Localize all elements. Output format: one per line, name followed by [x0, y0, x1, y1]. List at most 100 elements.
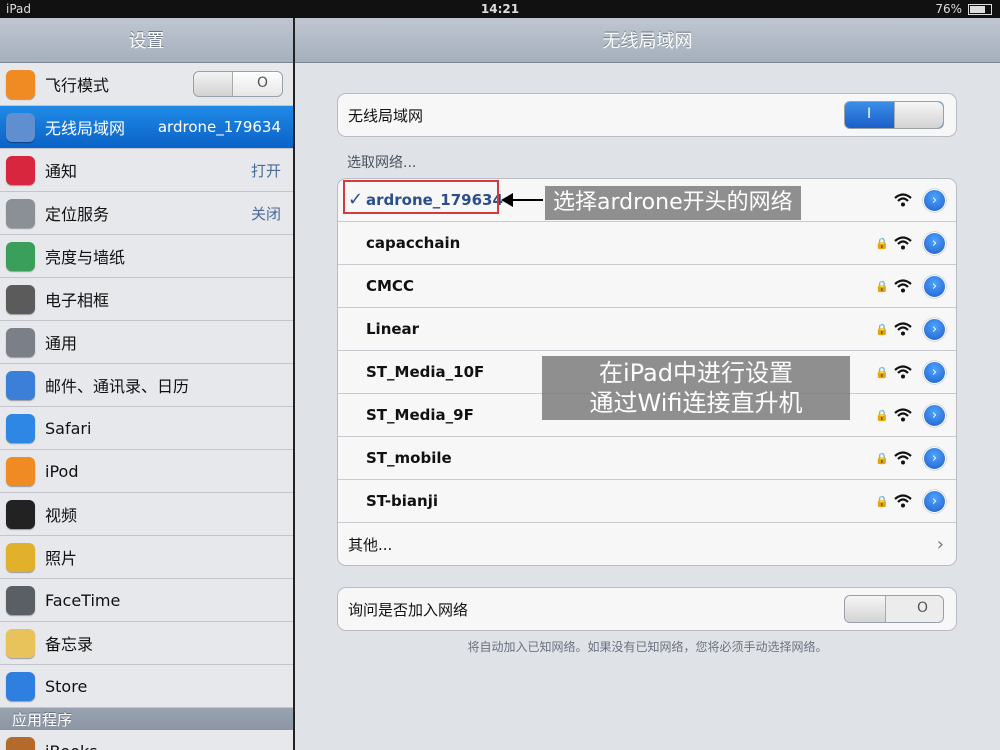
wifi-icon [6, 112, 35, 142]
photos-icon [6, 542, 35, 572]
sidebar-item[interactable]: iBooks [0, 730, 293, 750]
sidebar-item[interactable]: Safari [0, 407, 293, 450]
sidebar-item[interactable]: Store [0, 665, 293, 708]
detail-disclosure-button[interactable]: › [923, 274, 946, 298]
sidebar-item-label: 无线局域网 [45, 119, 126, 138]
lock-icon: 🔒 [875, 323, 889, 336]
sidebar-item-value: 关闭 [250, 204, 281, 223]
gear-icon [6, 327, 35, 357]
network-name: CMCC [366, 277, 414, 295]
ask-join-switch[interactable]: O [844, 595, 944, 623]
detail-title: 无线局域网 [602, 31, 693, 52]
selected-network-highlight-box [343, 180, 499, 214]
wifi-signal-icon [894, 494, 912, 508]
sidebar-item[interactable]: 视频 [0, 493, 293, 536]
sidebar-item-value: ardrone_179634 [157, 118, 281, 136]
sidebar-item[interactable]: 通用 [0, 321, 293, 364]
battery-icon [968, 3, 992, 15]
wifi-signal-icon [894, 279, 912, 293]
network-row[interactable]: Linear 🔒 › [338, 308, 956, 351]
ibooks-icon [6, 736, 35, 750]
picture-frame-icon [6, 284, 35, 314]
sidebar-item[interactable]: 备忘录 [0, 622, 293, 665]
section-header-apps: 应用程序 [0, 708, 293, 730]
sidebar-item[interactable]: FaceTime [0, 579, 293, 622]
sidebar-item[interactable]: 定位服务 关闭 [0, 192, 293, 235]
battery-percent: 76% [935, 2, 962, 16]
clock: 14:21 [480, 2, 520, 16]
detail-navbar: 无线局域网 [295, 18, 1000, 63]
ask-join-group: 询问是否加入网络 O [337, 587, 957, 631]
lock-icon: 🔒 [875, 409, 889, 422]
network-row[interactable]: ST-bianji 🔒 › [338, 480, 956, 523]
detail-disclosure-button[interactable]: › [923, 360, 946, 384]
ask-join-switch-off-label: O [916, 600, 928, 616]
detail-disclosure-button[interactable]: › [923, 231, 946, 255]
status-bar: iPad 14:21 76% [0, 0, 1000, 18]
detail-disclosure-button[interactable]: › [923, 446, 946, 470]
video-icon [6, 499, 35, 529]
mail-icon [6, 370, 35, 400]
sidebar-item-label: 亮度与墙纸 [45, 248, 126, 267]
sidebar-item-label: Store [45, 676, 88, 696]
callout-select-ardrone: 选择ardrone开头的网络 [545, 186, 801, 220]
network-name: capacchain [366, 234, 461, 252]
wifi-signal-icon [894, 236, 912, 250]
wifi-signal-icon [894, 322, 912, 336]
other-network-label: 其他... [348, 535, 393, 554]
sidebar-item[interactable]: 飞行模式 O [0, 63, 293, 106]
sidebar-item-label: iBooks [45, 742, 293, 750]
sidebar-item-label: 照片 [45, 549, 78, 568]
network-row[interactable]: capacchain 🔒 › [338, 222, 956, 265]
sidebar-item[interactable]: 通知 打开 [0, 149, 293, 192]
callout-arrow [501, 193, 543, 207]
sidebar-item-label: iPod [45, 461, 79, 481]
sidebar-item[interactable]: 邮件、通讯录、日历 [0, 364, 293, 407]
lock-icon: 🔒 [875, 452, 889, 465]
airplane-icon [6, 69, 35, 99]
network-name: ST_mobile [366, 449, 452, 467]
sidebar-item-label: 通知 [45, 162, 78, 181]
instruction-line-2: 通过Wifi连接直升机 [589, 389, 803, 417]
wifi-signal-icon [894, 193, 912, 207]
sidebar-item-label: 邮件、通讯录、日历 [45, 377, 190, 396]
wifi-detail-pane: 无线局域网 无线局域网 I 选取网络... ✓ ardrone_179634 › ca… [295, 18, 1000, 750]
lock-icon: 🔒 [875, 237, 889, 250]
airplane-switch-knob [194, 72, 233, 96]
lock-icon: 🔒 [875, 366, 889, 379]
network-row[interactable]: CMCC 🔒 › [338, 265, 956, 308]
lock-icon: 🔒 [875, 280, 889, 293]
sidebar-item[interactable]: 亮度与墙纸 [0, 235, 293, 278]
wifi-switch[interactable]: I [844, 101, 944, 129]
sidebar-item-label: 电子相框 [45, 291, 110, 310]
wifi-signal-icon [894, 451, 912, 465]
sidebar-item-label: 备忘录 [45, 635, 94, 654]
detail-disclosure-button[interactable]: › [923, 403, 946, 427]
detail-disclosure-button[interactable]: › [923, 188, 946, 212]
sidebar-item-label: 飞行模式 [45, 76, 110, 95]
chevron-right-icon: › [936, 533, 944, 555]
sidebar-item[interactable]: iPod [0, 450, 293, 493]
sidebar-item[interactable]: 无线局域网 ardrone_179634 [0, 106, 293, 149]
brightness-icon [6, 241, 35, 271]
network-row[interactable]: ST_mobile 🔒 › [338, 437, 956, 480]
store-icon [6, 671, 35, 701]
network-name: ST-bianji [366, 492, 439, 510]
wifi-switch-on-label: I [867, 106, 872, 122]
airplane-switch-off-label: O [256, 75, 268, 91]
sidebar-item-label: 通用 [45, 334, 78, 353]
instruction-line-1: 在iPad中进行设置 [598, 359, 793, 387]
sidebar-item[interactable]: 照片 [0, 536, 293, 579]
wifi-signal-icon [894, 408, 912, 422]
ask-join-row: 询问是否加入网络 O [338, 588, 956, 630]
detail-disclosure-button[interactable]: › [923, 317, 946, 341]
settings-list: 飞行模式 O 无线局域网 ardrone_179634 通知 打开定位服务 关闭亮度与墙纸电… [0, 63, 293, 750]
sidebar-item[interactable]: 电子相框 [0, 278, 293, 321]
wifi-toggle-label: 无线局域网 [348, 106, 424, 125]
wifi-signal-icon [894, 365, 912, 379]
airplane-mode-switch[interactable]: O [193, 71, 283, 97]
sidebar-item-value: 打开 [250, 161, 281, 180]
detail-disclosure-button[interactable]: › [923, 489, 946, 513]
other-network-row[interactable]: 其他... › [338, 523, 956, 565]
notification-icon [6, 155, 35, 185]
